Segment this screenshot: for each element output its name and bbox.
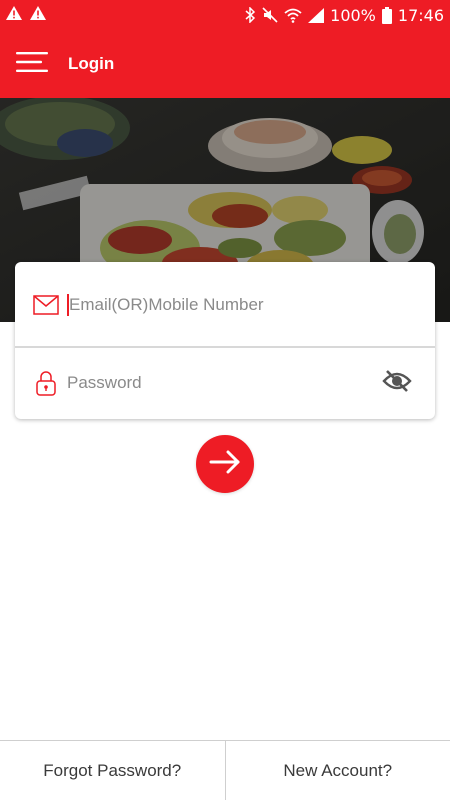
wifi-icon	[284, 8, 302, 23]
email-input[interactable]	[69, 285, 369, 325]
new-account-button[interactable]: New Account?	[226, 741, 450, 800]
eye-off-icon	[382, 369, 412, 398]
app-bar: Login	[0, 30, 450, 98]
menu-button[interactable]	[8, 40, 56, 88]
warning-icon	[6, 5, 22, 25]
status-left	[6, 5, 46, 25]
arrow-right-icon	[209, 450, 241, 479]
lock-icon	[15, 370, 67, 396]
hamburger-menu-icon	[16, 51, 48, 78]
password-input[interactable]	[67, 363, 367, 403]
page-title: Login	[68, 54, 115, 73]
forgot-password-button[interactable]: Forgot Password?	[0, 741, 225, 800]
login-submit-button[interactable]	[196, 435, 254, 493]
status-right: 100% 17:46	[245, 6, 444, 25]
mute-icon	[262, 7, 278, 23]
envelope-icon	[15, 295, 67, 315]
clock: 17:46	[397, 5, 444, 25]
warning-icon	[30, 5, 46, 25]
email-field	[15, 270, 435, 340]
battery-icon	[381, 6, 392, 24]
bottom-bar: Forgot Password? New Account?	[0, 740, 450, 800]
status-bar: 100% 17:46	[0, 0, 450, 30]
bluetooth-icon	[245, 7, 256, 23]
password-field	[15, 348, 435, 418]
signal-icon	[308, 7, 325, 23]
login-card	[15, 262, 435, 419]
battery-percent: 100%	[330, 5, 376, 25]
toggle-password-visibility[interactable]	[381, 368, 413, 398]
